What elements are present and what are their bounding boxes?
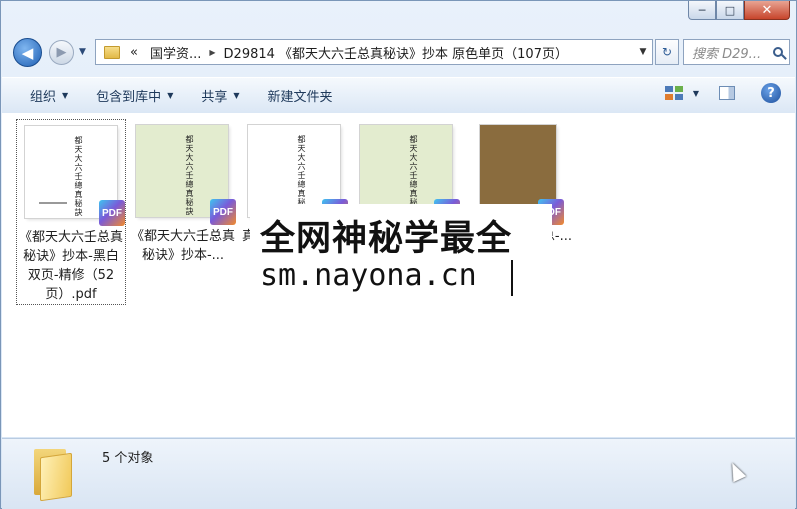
- search-box[interactable]: 搜索 D29...: [683, 39, 790, 65]
- organize-menu[interactable]: 组织 ▼: [30, 86, 68, 105]
- help-icon[interactable]: ?: [761, 83, 781, 103]
- file-item[interactable]: 都天大六壬總真秘訣 PDF 《都天大六壬总真秘诀》抄本-...: [128, 119, 238, 305]
- chevron-down-icon: ▼: [167, 91, 174, 100]
- change-view-icon[interactable]: [664, 86, 683, 100]
- share-label: 共享: [201, 90, 228, 105]
- maximize-button[interactable]: □: [716, 1, 744, 20]
- organize-label: 组织: [30, 90, 57, 105]
- pdf-icon: PDF: [210, 199, 236, 225]
- breadcrumb-separator-icon[interactable]: ▶: [209, 48, 215, 57]
- address-dropdown-icon[interactable]: ▼: [634, 47, 652, 57]
- file-name: 《都天大六壬总真秘诀》抄本-黑白双页-精修（52页）.pdf: [19, 230, 124, 302]
- include-in-library-label: 包含到库中: [96, 90, 162, 105]
- window-controls: ─ □ ✕: [688, 1, 790, 20]
- new-folder-label: 新建文件夹: [267, 90, 333, 105]
- folder-icon: [104, 45, 120, 59]
- chevron-down-icon: ▼: [62, 91, 69, 100]
- pdf-icon: PDF: [99, 200, 125, 226]
- file-thumbnail: 都天大六壬總真秘訣 PDF: [25, 126, 125, 226]
- file-thumbnail: 都天大六壬總真秘訣 PDF: [136, 125, 236, 225]
- address-overflow[interactable]: «: [130, 45, 138, 60]
- back-button[interactable]: ◀: [13, 38, 42, 67]
- refresh-button[interactable]: ↻: [655, 39, 679, 65]
- close-button[interactable]: ✕: [744, 1, 790, 20]
- explorer-window: ─ □ ✕ ◀ ▶ ▼ « 国学资... ▶ D29814 《都天大六壬总真秘诀…: [0, 0, 797, 509]
- chevron-down-icon: ▼: [233, 91, 240, 100]
- breadcrumb-segment-parent[interactable]: 国学资...: [150, 43, 201, 62]
- item-count: 5 个对象: [102, 451, 154, 466]
- watermark-line-1: 全网神秘学最全: [260, 219, 513, 259]
- include-in-library-menu[interactable]: 包含到库中 ▼: [96, 86, 173, 105]
- details-pane: 5 个对象: [2, 438, 795, 509]
- forward-arrow-icon: ▶: [56, 45, 67, 60]
- thumbnail-title-text: 都天大六壬總真秘訣: [185, 135, 194, 216]
- new-folder-button[interactable]: 新建文件夹: [268, 86, 333, 105]
- share-menu[interactable]: 共享 ▼: [201, 86, 239, 105]
- breadcrumb-segment-current[interactable]: D29814 《都天大六壬总真秘诀》抄本 原色单页（107页）: [224, 43, 568, 62]
- folder-icon: [32, 447, 72, 502]
- minimize-button[interactable]: ─: [688, 1, 716, 20]
- watermark-line-2: sm.nayona.cn: [260, 258, 477, 293]
- view-options-dropdown-icon[interactable]: ▼: [693, 89, 699, 98]
- view-controls: ▼ ?: [664, 83, 781, 103]
- watermark-overlay: 全网神秘学最全 sm.nayona.cn: [250, 204, 552, 304]
- file-name: 《都天大六壬总真秘诀》抄本-...: [130, 229, 235, 263]
- recent-pages-dropdown[interactable]: ▼: [79, 47, 86, 57]
- thumbnail-title-text: 都天大六壬總真秘訣: [74, 136, 83, 217]
- file-item[interactable]: 都天大六壬總真秘訣 PDF 《都天大六壬总真秘诀》抄本-黑白双页-精修（52页）…: [16, 119, 126, 305]
- command-bar: 组织 ▼ 包含到库中 ▼ 共享 ▼ 新建文件夹 ▼ ?: [2, 77, 795, 114]
- navigation-bar: ◀ ▶ ▼ « 国学资... ▶ D29814 《都天大六壬总真秘诀》抄本 原色…: [9, 37, 790, 69]
- search-placeholder: 搜索 D29...: [692, 46, 762, 62]
- address-bar[interactable]: « 国学资... ▶ D29814 《都天大六壬总真秘诀》抄本 原色单页（107…: [95, 39, 653, 65]
- preview-pane-icon[interactable]: [719, 86, 735, 100]
- back-arrow-icon: ◀: [21, 43, 34, 62]
- text-cursor: [511, 260, 513, 296]
- search-icon[interactable]: [773, 47, 783, 57]
- forward-button[interactable]: ▶: [49, 40, 74, 65]
- refresh-icon: ↻: [661, 45, 673, 59]
